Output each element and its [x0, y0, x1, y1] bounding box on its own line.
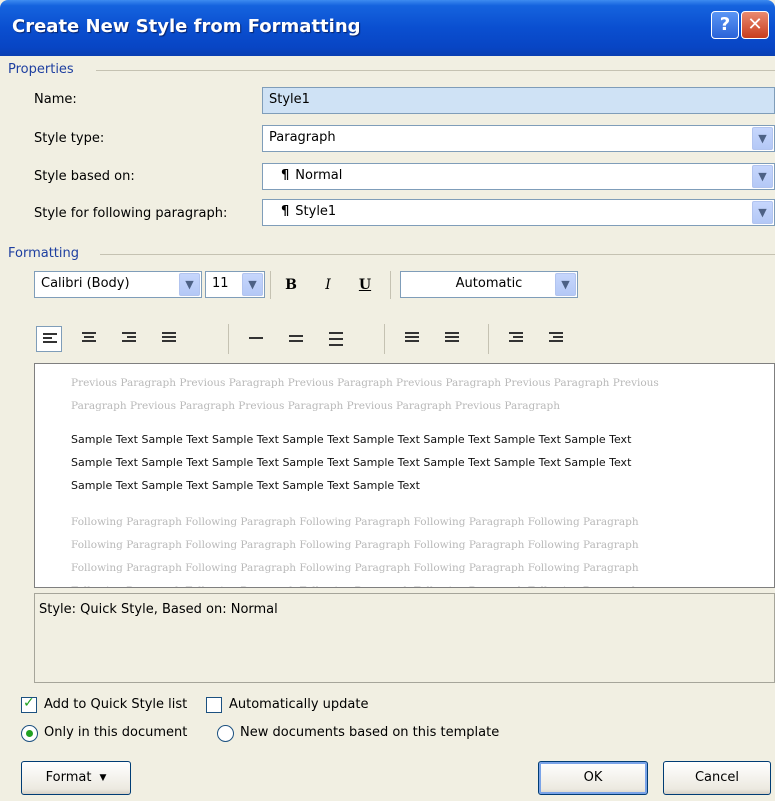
dialog-title: Create New Style from Formatting	[12, 16, 361, 37]
align-right-icon	[122, 332, 136, 346]
space-before-icon	[405, 332, 419, 346]
create-style-dialog: Create New Style from Formatting ? ✕ Pro…	[0, 0, 775, 801]
one-half-spacing-icon	[289, 335, 303, 349]
dropdown-arrow-icon: ▼	[99, 773, 107, 783]
format-label: Format	[45, 770, 92, 785]
properties-section-label: Properties	[8, 62, 74, 77]
toolbar-separator	[488, 324, 489, 354]
align-center-icon	[82, 332, 96, 346]
toolbar-separator	[384, 324, 385, 354]
decrease-indent-button[interactable]	[503, 326, 529, 352]
following-line: Following Paragraph Following Paragraph …	[71, 562, 639, 574]
size-value: 11	[212, 276, 229, 291]
align-left-icon	[43, 333, 57, 347]
justify-button[interactable]	[156, 326, 182, 352]
font-color-select[interactable]: Automatic ▼	[400, 271, 578, 298]
pilcrow-icon: ¶	[281, 168, 290, 183]
one-half-spacing-button[interactable]	[283, 326, 309, 352]
chevron-down-icon[interactable]: ▼	[752, 201, 773, 224]
toolbar-separator	[390, 271, 391, 299]
following-line: Following Paragraph Following Paragraph …	[71, 516, 639, 528]
following-paragraph: Following Paragraph Following Paragraph …	[71, 511, 711, 587]
decrease-indent-icon	[509, 332, 523, 346]
following-label: Style for following paragraph:	[34, 206, 228, 221]
style-type-value: Paragraph	[269, 130, 336, 145]
name-value: Style1	[269, 92, 310, 107]
space-after-button[interactable]	[439, 326, 465, 352]
align-left-button[interactable]	[36, 326, 62, 352]
title-bar[interactable]: Create New Style from Formatting ? ✕	[0, 0, 775, 56]
help-button[interactable]: ?	[711, 11, 739, 39]
only-document-label[interactable]: Only in this document	[44, 725, 187, 740]
toolbar-separator	[228, 324, 229, 354]
style-preview: Previous Paragraph Previous Paragraph Pr…	[34, 363, 775, 588]
chevron-down-icon[interactable]: ▼	[179, 273, 200, 296]
previous-line: Previous Paragraph Previous Paragraph Pr…	[71, 377, 659, 389]
chevron-down-icon[interactable]: ▼	[242, 273, 263, 296]
only-document-radio[interactable]	[21, 725, 38, 742]
font-select[interactable]: Calibri (Body) ▼	[34, 271, 202, 298]
toolbar-separator	[270, 271, 271, 299]
auto-update-checkbox[interactable]	[206, 697, 222, 713]
style-type-select[interactable]: Paragraph ▼	[262, 125, 775, 152]
single-spacing-button[interactable]	[243, 326, 269, 352]
double-spacing-button[interactable]	[323, 326, 349, 352]
properties-divider	[96, 70, 775, 71]
based-on-label: Style based on:	[34, 169, 135, 184]
chevron-down-icon[interactable]: ▼	[555, 273, 576, 296]
previous-paragraph: Previous Paragraph Previous Paragraph Pr…	[71, 372, 711, 418]
following-value: Style1	[295, 204, 337, 219]
following-select[interactable]: ¶ Style1 ▼	[262, 199, 775, 226]
add-quick-style-label[interactable]: Add to Quick Style list	[44, 697, 187, 712]
based-on-select[interactable]: ¶ Normal ▼	[262, 163, 775, 190]
sample-line: Sample Text Sample Text Sample Text Samp…	[71, 433, 632, 446]
ok-button[interactable]: OK	[538, 761, 648, 795]
auto-update-label[interactable]: Automatically update	[229, 697, 369, 712]
following-line: Following Paragraph Following Paragraph …	[71, 580, 711, 587]
cancel-label: Cancel	[694, 770, 740, 785]
name-label: Name:	[34, 92, 77, 107]
single-spacing-icon	[249, 337, 263, 351]
bold-button[interactable]: B	[279, 273, 303, 297]
new-documents-label[interactable]: New documents based on this template	[240, 725, 499, 740]
close-icon: ✕	[747, 14, 763, 35]
format-button[interactable]: Format ▼	[21, 761, 131, 795]
align-center-button[interactable]	[76, 326, 102, 352]
size-select[interactable]: 11 ▼	[205, 271, 265, 298]
question-icon: ?	[719, 14, 731, 35]
new-documents-radio[interactable]	[217, 725, 234, 742]
underline-button[interactable]: U	[353, 273, 377, 297]
formatting-section-label: Formatting	[8, 246, 80, 261]
style-type-label: Style type:	[34, 131, 105, 146]
increase-indent-button[interactable]	[543, 326, 569, 352]
align-right-button[interactable]	[116, 326, 142, 352]
chevron-down-icon[interactable]: ▼	[752, 127, 773, 150]
pilcrow-icon: ¶	[281, 204, 290, 219]
formatting-divider	[100, 254, 775, 255]
italic-button[interactable]: I	[316, 273, 340, 297]
double-spacing-icon	[329, 332, 343, 346]
close-button[interactable]: ✕	[741, 11, 769, 39]
sample-line: Sample Text Sample Text Sample Text Samp…	[71, 456, 632, 469]
increase-indent-icon	[549, 332, 563, 346]
cancel-button[interactable]: Cancel	[663, 761, 771, 795]
style-description-text: Style: Quick Style, Based on: Normal	[39, 602, 278, 617]
font-value: Calibri (Body)	[41, 276, 130, 291]
font-color-value: Automatic	[455, 276, 523, 291]
space-after-icon	[445, 332, 459, 346]
previous-line: Paragraph Previous Paragraph Previous Pa…	[71, 400, 561, 412]
chevron-down-icon[interactable]: ▼	[752, 165, 773, 188]
sample-line: Sample Text Sample Text Sample Text Samp…	[71, 479, 420, 492]
add-quick-style-checkbox[interactable]	[21, 695, 37, 713]
sample-text: Sample Text Sample Text Sample Text Samp…	[71, 428, 711, 497]
following-line: Following Paragraph Following Paragraph …	[71, 539, 639, 551]
based-on-value: Normal	[295, 168, 343, 183]
ok-label: OK	[583, 770, 603, 785]
name-input[interactable]: Style1	[262, 87, 775, 114]
justify-icon	[162, 332, 176, 346]
space-before-button[interactable]	[399, 326, 425, 352]
style-description: Style: Quick Style, Based on: Normal	[34, 593, 775, 683]
